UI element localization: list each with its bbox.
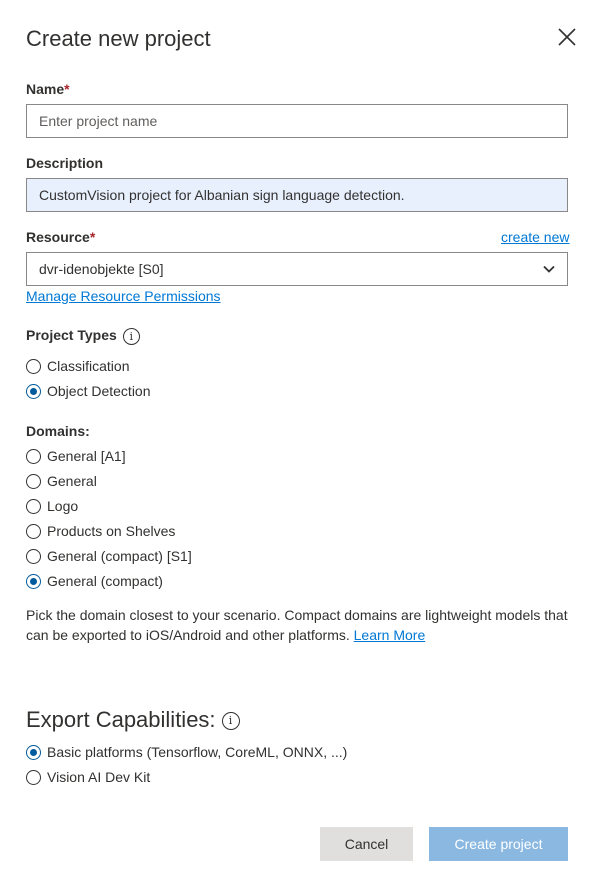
resource-select[interactable]: dvr-idenobjekte [S0] — [26, 252, 568, 286]
radio-button[interactable] — [26, 769, 41, 785]
radio-button[interactable] — [26, 498, 41, 514]
required-mark: * — [64, 81, 70, 97]
radio-label: General — [47, 473, 97, 489]
chevron-down-icon — [543, 265, 555, 273]
radio-label: Products on Shelves — [47, 523, 176, 539]
export-basic-platforms[interactable]: Basic platforms (Tensorflow, CoreML, ONN… — [26, 742, 347, 762]
radio-label: General (compact) — [47, 573, 163, 589]
resource-label-text: Resource — [26, 229, 90, 245]
domain-general-compact[interactable]: General (compact) — [26, 571, 163, 591]
domains-label: Domains: — [26, 423, 90, 439]
export-title-text: Export Capabilities: — [26, 707, 216, 732]
export-capabilities-heading: Export Capabilities: i — [26, 707, 240, 733]
export-vision-ai-dev-kit[interactable]: Vision AI Dev Kit — [26, 767, 150, 787]
create-project-button[interactable]: Create project — [429, 827, 568, 861]
radio-button[interactable] — [26, 523, 41, 539]
radio-button[interactable] — [26, 548, 41, 564]
close-icon[interactable] — [556, 26, 578, 48]
project-types-label-text: Project Types — [26, 327, 117, 343]
name-label: Name* — [26, 81, 70, 97]
description-value: CustomVision project for Albanian sign l… — [39, 187, 405, 203]
project-type-classification[interactable]: Classification — [26, 356, 129, 376]
domain-general-a1[interactable]: General [A1] — [26, 446, 126, 466]
radio-label: General [A1] — [47, 448, 126, 464]
info-icon[interactable]: i — [221, 712, 240, 731]
radio-button-selected[interactable] — [26, 744, 41, 760]
domain-general[interactable]: General — [26, 471, 97, 491]
radio-button-selected[interactable] — [26, 383, 41, 399]
domain-logo[interactable]: Logo — [26, 496, 78, 516]
radio-button[interactable] — [26, 473, 41, 489]
radio-label: Logo — [47, 498, 79, 514]
radio-label: General (compact) [S1] — [47, 548, 192, 564]
domain-help-text: Pick the domain closest to your scenario… — [26, 605, 571, 645]
project-name-input[interactable] — [26, 104, 568, 138]
create-new-link[interactable]: create new — [501, 229, 569, 245]
resource-selected-value: dvr-idenobjekte [S0] — [39, 261, 164, 277]
resource-label: Resource* — [26, 229, 95, 245]
radio-button-selected[interactable] — [26, 573, 41, 589]
radio-label: Classification — [47, 358, 130, 374]
radio-button[interactable] — [26, 358, 41, 374]
domain-products-on-shelves[interactable]: Products on Shelves — [26, 521, 175, 541]
help-text: Pick the domain closest to your scenario… — [26, 607, 568, 643]
name-label-text: Name — [26, 81, 65, 97]
description-input[interactable]: CustomVision project for Albanian sign l… — [26, 178, 568, 212]
radio-label: Vision AI Dev Kit — [47, 769, 151, 785]
required-mark: * — [89, 229, 96, 245]
radio-button[interactable] — [26, 448, 41, 464]
project-type-object-detection[interactable]: Object Detection — [26, 381, 151, 401]
learn-more-link[interactable]: Learn More — [354, 627, 426, 643]
domain-general-compact-s1[interactable]: General (compact) [S1] — [26, 546, 192, 566]
description-label: Description — [26, 155, 104, 171]
radio-label: Object Detection — [47, 383, 151, 399]
manage-resource-permissions-link[interactable]: Manage Resource Permissions — [26, 288, 221, 304]
cancel-button[interactable]: Cancel — [320, 827, 413, 861]
dialog-title: Create new project — [26, 26, 211, 51]
info-icon[interactable]: i — [122, 327, 140, 345]
radio-label: Basic platforms (Tensorflow, CoreML, ONN… — [47, 744, 348, 760]
project-types-label: Project Types i — [26, 327, 140, 345]
